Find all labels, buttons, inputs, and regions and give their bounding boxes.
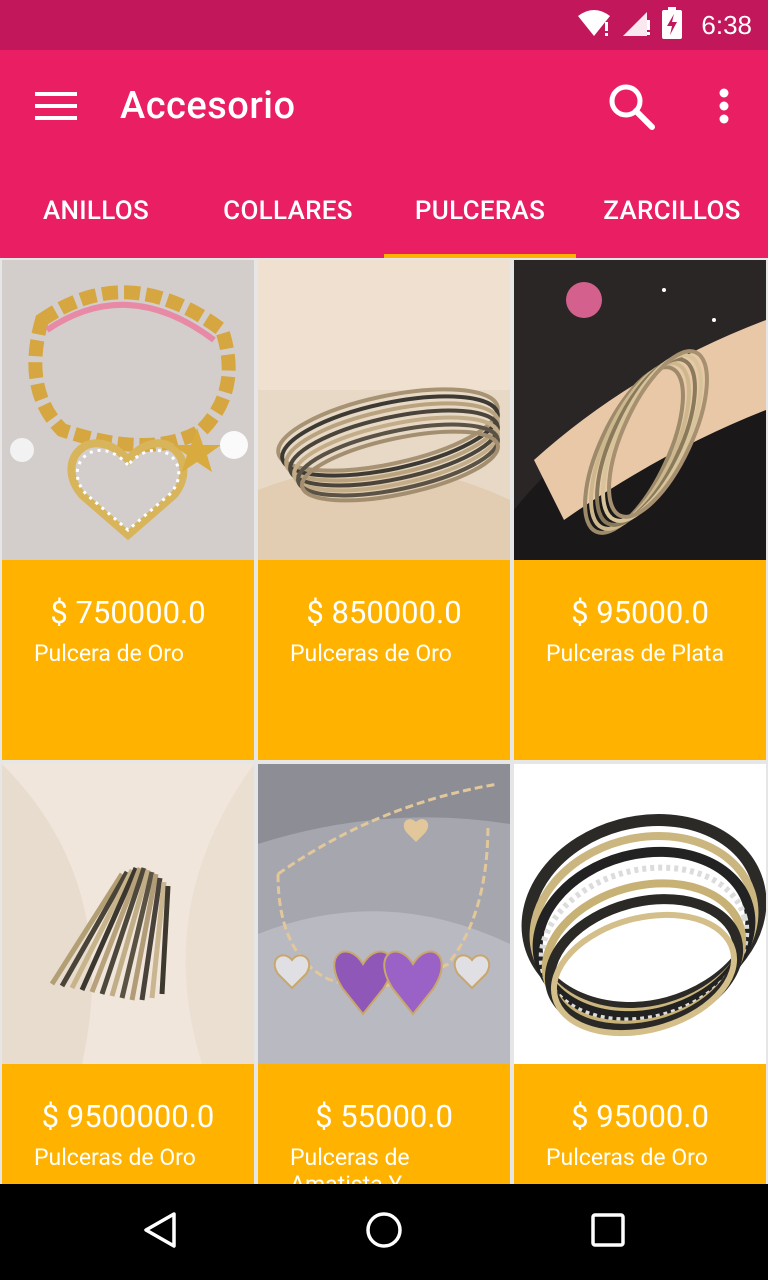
tab-pulceras[interactable]: PULCERAS (384, 190, 576, 258)
product-grid: $ 750000.0 Pulcera de Oro $ 850000.0 Pul… (0, 258, 768, 1184)
product-image (258, 764, 510, 1064)
status-bar: 6:38 (0, 0, 768, 50)
product-card[interactable]: $ 9500000.0 Pulceras de Oro (2, 764, 254, 1184)
app-bar: Accesorio ANILLOS COLLARES PULCERAS ZARC… (0, 50, 768, 258)
overflow-menu-button[interactable] (692, 76, 756, 140)
product-price: $ 850000.0 (306, 594, 462, 631)
search-icon (607, 82, 655, 134)
product-image (514, 260, 766, 560)
signal-icon (621, 8, 651, 42)
hamburger-menu-icon (35, 90, 77, 126)
product-price: $ 9500000.0 (41, 1098, 215, 1135)
recents-square-icon (588, 1210, 628, 1254)
back-triangle-icon (140, 1210, 180, 1254)
product-name: Pulceras de Oro (34, 1144, 196, 1171)
app-title: Accesorio (120, 84, 296, 128)
status-time: 6:38 (701, 9, 752, 40)
product-card[interactable]: $ 95000.0 Pulceras de Plata (514, 260, 766, 760)
product-card[interactable]: $ 55000.0 Pulceras de Amatista Y (258, 764, 510, 1184)
navigation-bar (0, 1184, 768, 1280)
product-price: $ 95000.0 (571, 1098, 709, 1135)
recents-button[interactable] (578, 1202, 638, 1262)
tab-collares[interactable]: COLLARES (192, 190, 384, 258)
product-name: Pulceras de Oro (546, 1144, 708, 1171)
back-button[interactable] (130, 1202, 190, 1262)
wifi-icon (577, 8, 611, 42)
product-image (2, 260, 254, 560)
home-circle-icon (364, 1210, 404, 1254)
status-icons: 6:38 (577, 0, 752, 50)
product-price: $ 95000.0 (571, 594, 709, 631)
product-image (258, 260, 510, 560)
product-name: Pulceras de Amatista Y (290, 1144, 410, 1184)
search-button[interactable] (596, 76, 666, 140)
product-price: $ 750000.0 (50, 594, 206, 631)
home-button[interactable] (354, 1202, 414, 1262)
category-tabs: ANILLOS COLLARES PULCERAS ZARCILLOS (0, 190, 768, 258)
product-name: Pulceras de Plata (546, 640, 724, 667)
product-card[interactable]: $ 95000.0 Pulceras de Oro (514, 764, 766, 1184)
product-name: Pulceras de Oro (290, 640, 452, 667)
product-name: Pulcera de Oro (34, 640, 184, 667)
product-image (514, 764, 766, 1064)
more-vertical-icon (718, 88, 730, 128)
product-card[interactable]: $ 850000.0 Pulceras de Oro (258, 260, 510, 760)
tab-anillos[interactable]: ANILLOS (0, 190, 192, 258)
menu-button[interactable] (24, 76, 88, 140)
product-card[interactable]: $ 750000.0 Pulcera de Oro (2, 260, 254, 760)
product-price: $ 55000.0 (315, 1098, 453, 1135)
tab-zarcillos[interactable]: ZARCILLOS (576, 190, 768, 258)
product-image (2, 764, 254, 1064)
battery-charging-icon (661, 7, 683, 43)
